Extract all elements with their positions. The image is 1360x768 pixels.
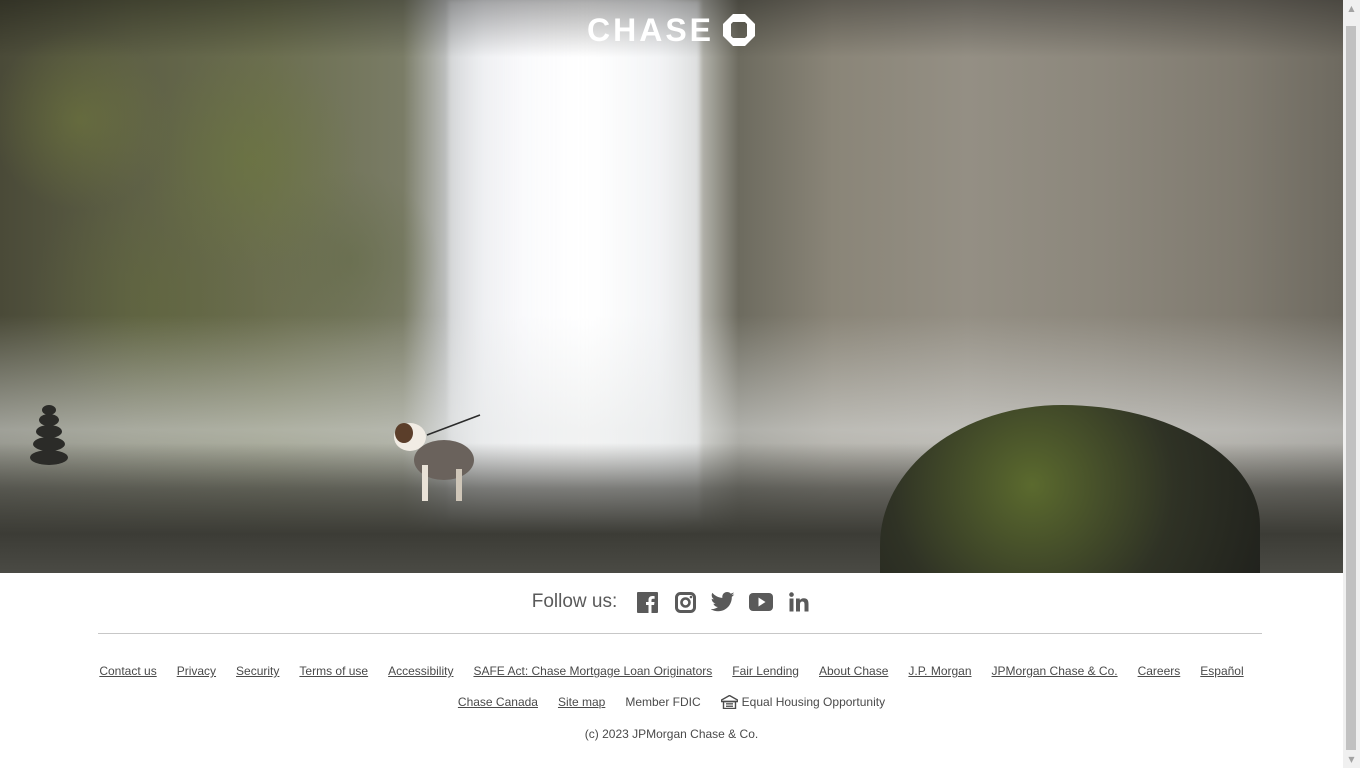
footer-link-accessibility[interactable]: Accessibility [388,664,453,678]
footer-link-jpmorgan-chase-co[interactable]: JPMorgan Chase & Co. [992,664,1118,678]
chase-octagon-icon [723,14,756,46]
scroll-up-arrow-icon[interactable]: ▲ [1343,0,1360,17]
footer-link-jp-morgan[interactable]: J.P. Morgan [908,664,971,678]
footer-link-careers[interactable]: Careers [1138,664,1181,678]
copyright-text: (c) 2023 JPMorgan Chase & Co. [584,727,759,741]
facebook-icon[interactable] [635,590,659,614]
scroll-down-arrow-icon[interactable]: ▼ [1343,751,1360,768]
hero-image: CHASE [0,0,1343,573]
footer-link-site-map[interactable]: Site map [558,695,605,709]
footer-divider [98,633,1262,634]
footer-link-espanol[interactable]: Español [1200,664,1243,678]
footer-link-safe-act[interactable]: SAFE Act: Chase Mortgage Loan Originator… [473,664,712,678]
member-fdic-text: Member FDIC [625,695,701,709]
footer-link-fair-lending[interactable]: Fair Lending [732,664,799,678]
footer-link-terms-of-use[interactable]: Terms of use [299,664,368,678]
follow-us-label: Follow us: [531,591,618,612]
follow-us-bar: Follow us: [0,590,1343,614]
equal-housing-icon [720,695,738,709]
youtube-icon[interactable] [749,590,774,614]
hero-cairn [30,405,68,465]
footer-link-privacy[interactable]: Privacy [177,664,216,678]
footer-link-about-chase[interactable]: About Chase [819,664,888,678]
equal-housing-text: Equal Housing Opportunity [741,695,886,709]
chase-wordmark: CHASE [587,12,715,48]
linkedin-icon[interactable] [787,590,811,614]
footer-links-row-2: Chase Canada Site map Member FDIC Equal … [0,695,1343,709]
scrollbar-thumb[interactable] [1346,26,1356,750]
page-scrollbar[interactable]: ▲ ▼ [1343,0,1360,768]
footer-link-security[interactable]: Security [236,664,279,678]
instagram-icon[interactable] [673,590,697,614]
hero-dog [394,414,481,501]
footer-link-chase-canada[interactable]: Chase Canada [458,695,538,709]
chase-logo[interactable]: CHASE [587,12,756,48]
footer-links-row-1: Contact us Privacy Security Terms of use… [0,664,1343,678]
equal-housing-opportunity: Equal Housing Opportunity [720,695,886,709]
footer-link-contact-us[interactable]: Contact us [99,664,156,678]
twitter-icon[interactable] [711,590,735,614]
